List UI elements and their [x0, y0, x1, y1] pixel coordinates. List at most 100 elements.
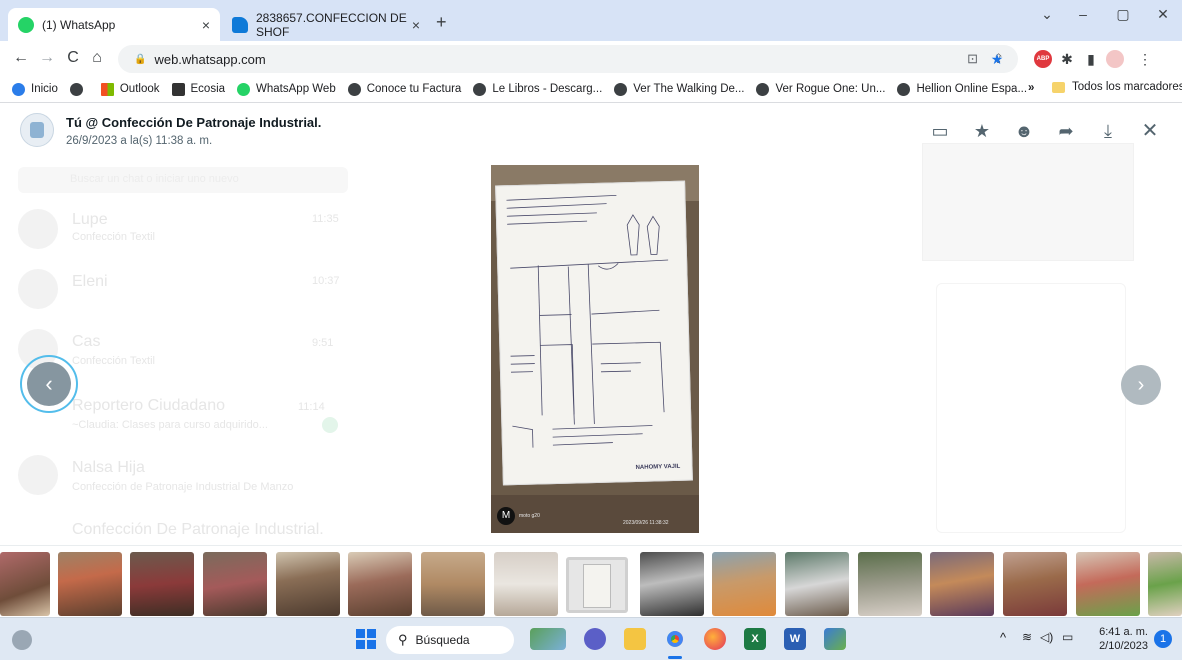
thumbnail[interactable]: [130, 552, 194, 616]
thumbnail[interactable]: [712, 552, 776, 616]
home-button[interactable]: ⌂: [86, 47, 108, 69]
close-tab-icon[interactable]: ×: [412, 17, 420, 33]
excel-icon[interactable]: X: [744, 628, 766, 650]
close-window-button[interactable]: ✕: [1148, 6, 1178, 30]
ecosia-icon: [171, 82, 185, 96]
bookmark-le-libros[interactable]: Le Libros - Descarg...: [473, 82, 603, 96]
bookmark-conoce-factura[interactable]: Conoce tu Factura: [347, 82, 461, 96]
thumbnail[interactable]: [58, 552, 122, 616]
group-avatar[interactable]: [20, 113, 54, 147]
star-icon[interactable]: ★: [970, 119, 994, 143]
bookmark-label: Ecosia: [190, 83, 226, 95]
thumbnail[interactable]: [494, 552, 558, 616]
battery-icon[interactable]: ▭: [1062, 630, 1073, 644]
chevron-left-icon: ‹: [27, 362, 71, 406]
thumbnail[interactable]: [1148, 552, 1182, 616]
install-app-icon[interactable]: ⊡: [967, 51, 978, 67]
bookmarks-overflow-button[interactable]: »: [1028, 82, 1034, 94]
new-tab-button[interactable]: +: [436, 12, 447, 33]
close-tab-icon[interactable]: ×: [202, 17, 210, 33]
file-explorer-icon[interactable]: [624, 628, 646, 650]
firefox-icon[interactable]: [704, 628, 726, 650]
thumbnail[interactable]: [276, 552, 340, 616]
adblock-plus-icon[interactable]: ABP: [1034, 50, 1052, 68]
background-chat-name: Nalsa Hija: [72, 459, 145, 476]
reload-button[interactable]: C: [62, 47, 84, 69]
side-panel-icon[interactable]: ▮: [1082, 50, 1100, 68]
go-to-message-icon[interactable]: ▭: [928, 119, 952, 143]
thumbnail[interactable]: [930, 552, 994, 616]
tab-whatsapp[interactable]: (1) WhatsApp ×: [8, 8, 220, 41]
thumbnail[interactable]: [785, 552, 849, 616]
react-emoji-icon[interactable]: ☻: [1012, 119, 1036, 143]
taskbar-clock[interactable]: 6:41 a. m. 2/10/2023: [1094, 625, 1148, 653]
teams-icon[interactable]: [584, 628, 606, 650]
minimize-button[interactable]: –: [1068, 6, 1098, 30]
bookmark-hellion[interactable]: Hellion Online Espa...: [897, 82, 1027, 96]
notification-badge[interactable]: 1: [1154, 630, 1172, 648]
bookmark-label: Le Libros - Descarg...: [492, 83, 603, 95]
tab-label: (1) WhatsApp: [42, 17, 116, 32]
show-hidden-icons-chevron[interactable]: ^: [1000, 630, 1006, 645]
bookmark-walking-dead[interactable]: Ver The Walking De...: [614, 82, 744, 96]
message-timestamp: 26/9/2023 a la(s) 11:38 a. m.: [66, 135, 213, 147]
chrome-icon[interactable]: [664, 628, 686, 650]
thumbnail[interactable]: [640, 552, 704, 616]
volume-icon[interactable]: ◁): [1040, 630, 1053, 644]
close-viewer-icon[interactable]: ✕: [1138, 119, 1162, 143]
thumbnail[interactable]: [203, 552, 267, 616]
download-icon[interactable]: ⤓: [1096, 119, 1120, 143]
previous-media-button[interactable]: ‹: [20, 355, 78, 413]
tab-search-icon[interactable]: ⌄: [1032, 6, 1062, 30]
widgets-icon[interactable]: [12, 630, 32, 650]
globe-icon: [69, 82, 83, 96]
profile-avatar[interactable]: [1106, 50, 1124, 68]
extensions-icon[interactable]: ✱: [1058, 50, 1076, 68]
all-bookmarks-folder[interactable]: Todos los marcadores: [1052, 81, 1182, 93]
background-search-placeholder: Buscar un chat o iniciar uno nuevo: [70, 173, 239, 185]
bookmark-star-icon[interactable]: ★: [988, 50, 1006, 68]
bookmark-ecosia[interactable]: Ecosia: [171, 82, 226, 96]
forward-icon[interactable]: ➦: [1054, 119, 1078, 143]
next-media-button[interactable]: ›: [1121, 365, 1161, 405]
onedrive-icon: [232, 16, 248, 33]
background-chat-avatar: [18, 209, 58, 249]
globe-icon: [897, 82, 911, 96]
thumbnail-selected[interactable]: [566, 557, 628, 613]
photo-timestamp: 2023/09/26 11:38:32: [623, 520, 669, 526]
background-chat-name: Reportero Ciudadano: [72, 397, 225, 414]
thumbnail[interactable]: [421, 552, 485, 616]
address-bar[interactable]: 🔒 web.whatsapp.com ⊡ ⇪: [118, 45, 1018, 73]
pattern-drawing-paper: NAHOMY VAJIL: [495, 180, 693, 486]
thumbnail[interactable]: [348, 552, 412, 616]
background-chat-avatar: [18, 269, 58, 309]
app-icon[interactable]: [824, 628, 846, 650]
bookmark-outlook[interactable]: Outlook: [100, 82, 160, 96]
word-icon[interactable]: W: [784, 628, 806, 650]
background-chat-time: 11:35: [312, 213, 339, 225]
bookmark-whatsapp-web[interactable]: WhatsApp Web: [237, 82, 336, 96]
bookmark-inicio[interactable]: Inicio: [12, 82, 58, 96]
main-photo[interactable]: NAHOMY VAJIL M moto g20 2023/09/26 11:38…: [491, 165, 699, 533]
back-button[interactable]: ←: [10, 47, 32, 69]
thumbnail[interactable]: [0, 552, 50, 616]
wifi-icon[interactable]: ≋: [1022, 630, 1032, 644]
thumbnail[interactable]: [1003, 552, 1067, 616]
task-view-icon[interactable]: [530, 628, 566, 650]
taskbar-search[interactable]: ⚲ Búsqueda: [386, 626, 514, 654]
windows-start-button[interactable]: [356, 629, 376, 649]
bookmark-rogue-one[interactable]: Ver Rogue One: Un...: [756, 82, 885, 96]
tab-onedrive-document[interactable]: 2838657.CONFECCION DE SHOF ×: [222, 8, 430, 41]
browser-tab-strip: (1) WhatsApp × 2838657.CONFECCION DE SHO…: [0, 0, 1182, 41]
forward-button[interactable]: →: [36, 47, 58, 69]
background-image-message: [922, 143, 1134, 261]
maximize-button[interactable]: ▢: [1108, 6, 1138, 30]
windows-taskbar: ⚲ Búsqueda X W ^ ≋ ◁) ▭ 6:41 a. m. 2/10/…: [0, 617, 1182, 660]
globe-icon: [756, 82, 770, 96]
bookmark-blank[interactable]: [69, 82, 89, 96]
thumbnail[interactable]: [1076, 552, 1140, 616]
thumbnail[interactable]: [858, 552, 922, 616]
folder-icon: [1052, 81, 1065, 93]
lock-icon: 🔒: [134, 53, 147, 65]
menu-kebab-icon[interactable]: ⋮: [1136, 50, 1154, 68]
